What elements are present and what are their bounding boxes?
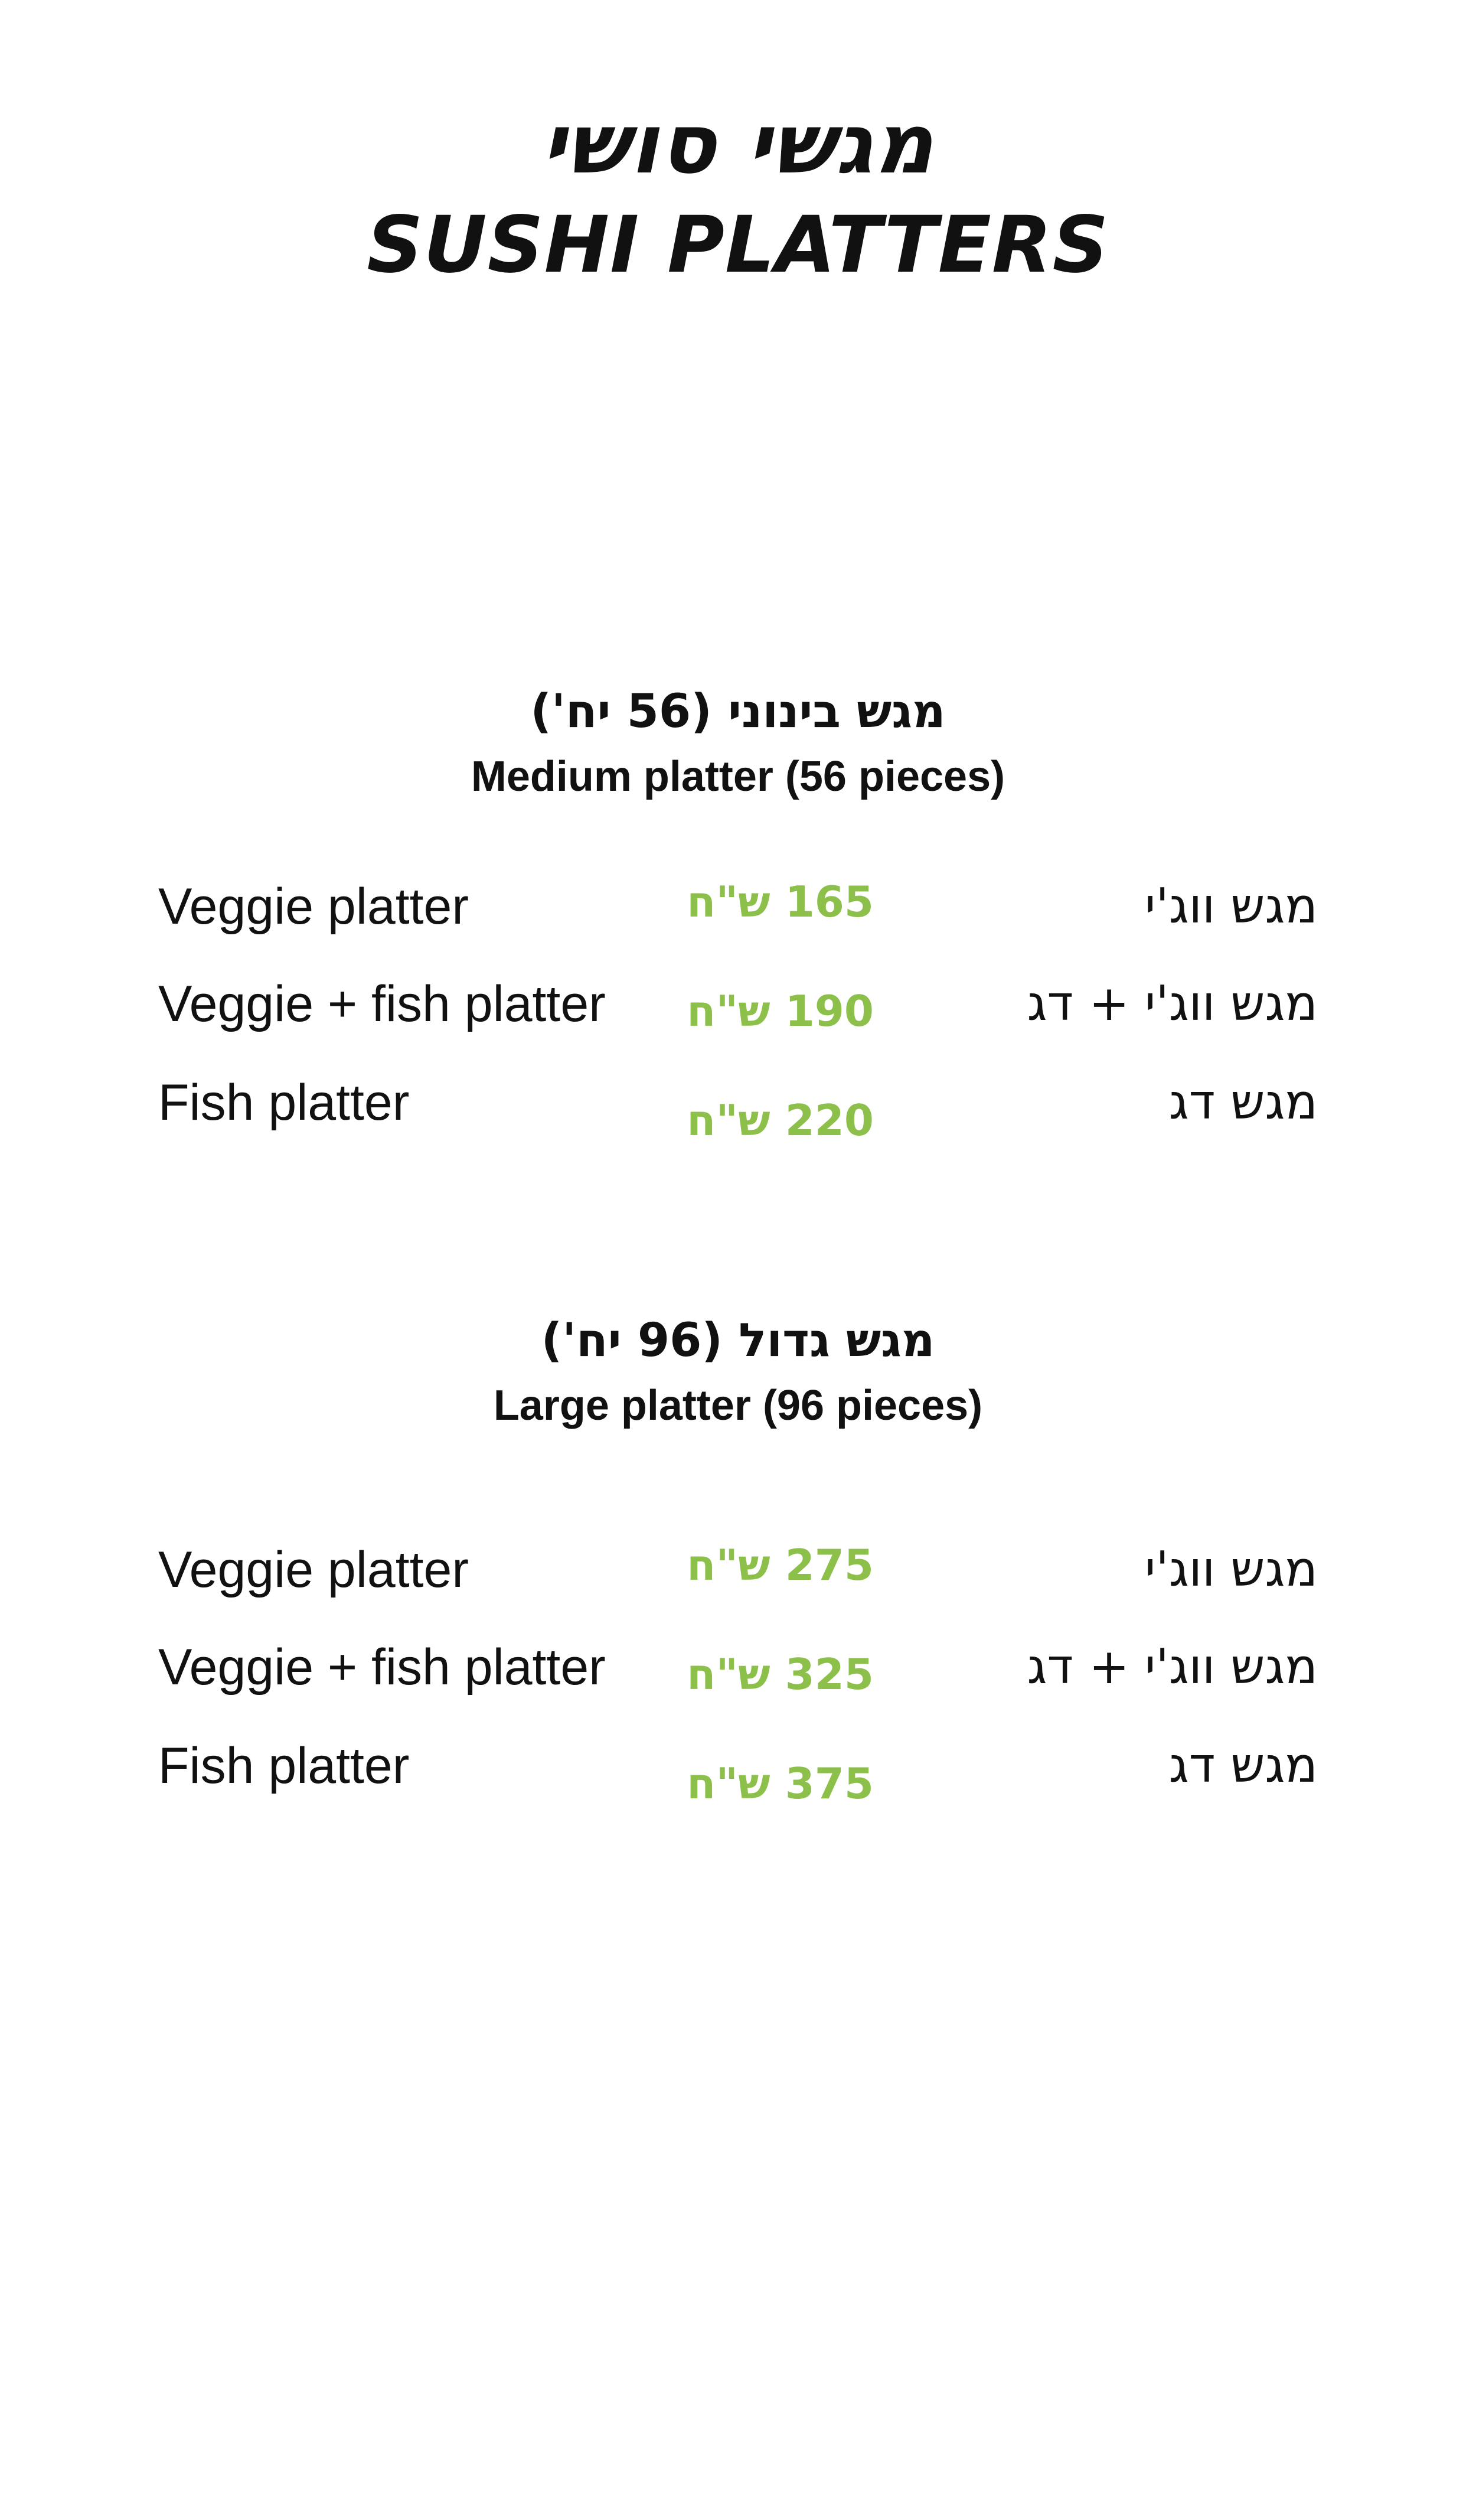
item-price: 375 ש"ח (687, 1759, 874, 1808)
item-name-hebrew: מגש ווג'י (1144, 878, 1318, 934)
item-name-hebrew: מגש דג (1168, 1737, 1318, 1794)
item-name-english: Fish platter (158, 1074, 410, 1131)
section-heading-hebrew: מגש בינוני (56 יח') (530, 685, 946, 738)
page-title: מגשי סושי SUSHI PLATTERS (0, 94, 1476, 295)
item-name-hebrew: מגש ווג'י (1144, 1541, 1318, 1598)
title-hebrew: מגשי סושי (541, 96, 935, 193)
item-name-english: Veggie platter (158, 1541, 469, 1598)
item-name-hebrew: מגש ווג'י + דג (1027, 976, 1318, 1032)
item-name-hebrew: מגש דג (1168, 1074, 1318, 1130)
section-heading-hebrew: מגש גדול (96 יח') (541, 1314, 935, 1367)
item-price: 275 ש"ח (687, 1540, 874, 1590)
menu-item-medium-veggie: Veggie platter 165 ש"ח מגש ווג'י (0, 874, 1476, 945)
item-price: 190 ש"ח (687, 986, 874, 1036)
section-heading-large: מגש גדול (96 יח') Large platter (96 piec… (0, 1308, 1476, 1438)
item-price: 325 ש"ח (687, 1649, 874, 1699)
menu-item-large-veggie: Veggie platter 275 ש"ח מגש ווג'י (0, 1537, 1476, 1608)
item-price: 220 ש"ח (687, 1096, 874, 1145)
section-heading-medium: מגש בינוני (56 יח') Medium platter (56 p… (0, 679, 1476, 809)
item-name-hebrew: מגש ווג'י + דג (1027, 1639, 1318, 1695)
section-heading-english: Medium platter (56 pieces) (471, 753, 1005, 800)
title-english: SUSHI PLATTERS (367, 200, 1109, 291)
item-name-english: Veggie platter (158, 878, 469, 935)
menu-item-large-veggie-fish: Veggie + fish platter 325 ש"ח מגש ווג'י … (0, 1635, 1476, 1706)
section-heading-english: Large platter (96 pieces) (493, 1382, 983, 1429)
item-name-english: Veggie + fish platter (158, 976, 606, 1032)
menu-item-medium-veggie-fish: Veggie + fish platter 190 ש"ח מגש ווג'י … (0, 972, 1476, 1042)
menu-item-medium-fish: Fish platter 220 ש"ח מגש דג (0, 1070, 1476, 1145)
item-name-english: Fish platter (158, 1737, 410, 1794)
item-price: 165 ש"ח (687, 877, 874, 927)
menu-item-large-fish: Fish platter 375 ש"ח מגש דג (0, 1733, 1476, 1808)
item-name-english: Veggie + fish platter (158, 1639, 606, 1696)
